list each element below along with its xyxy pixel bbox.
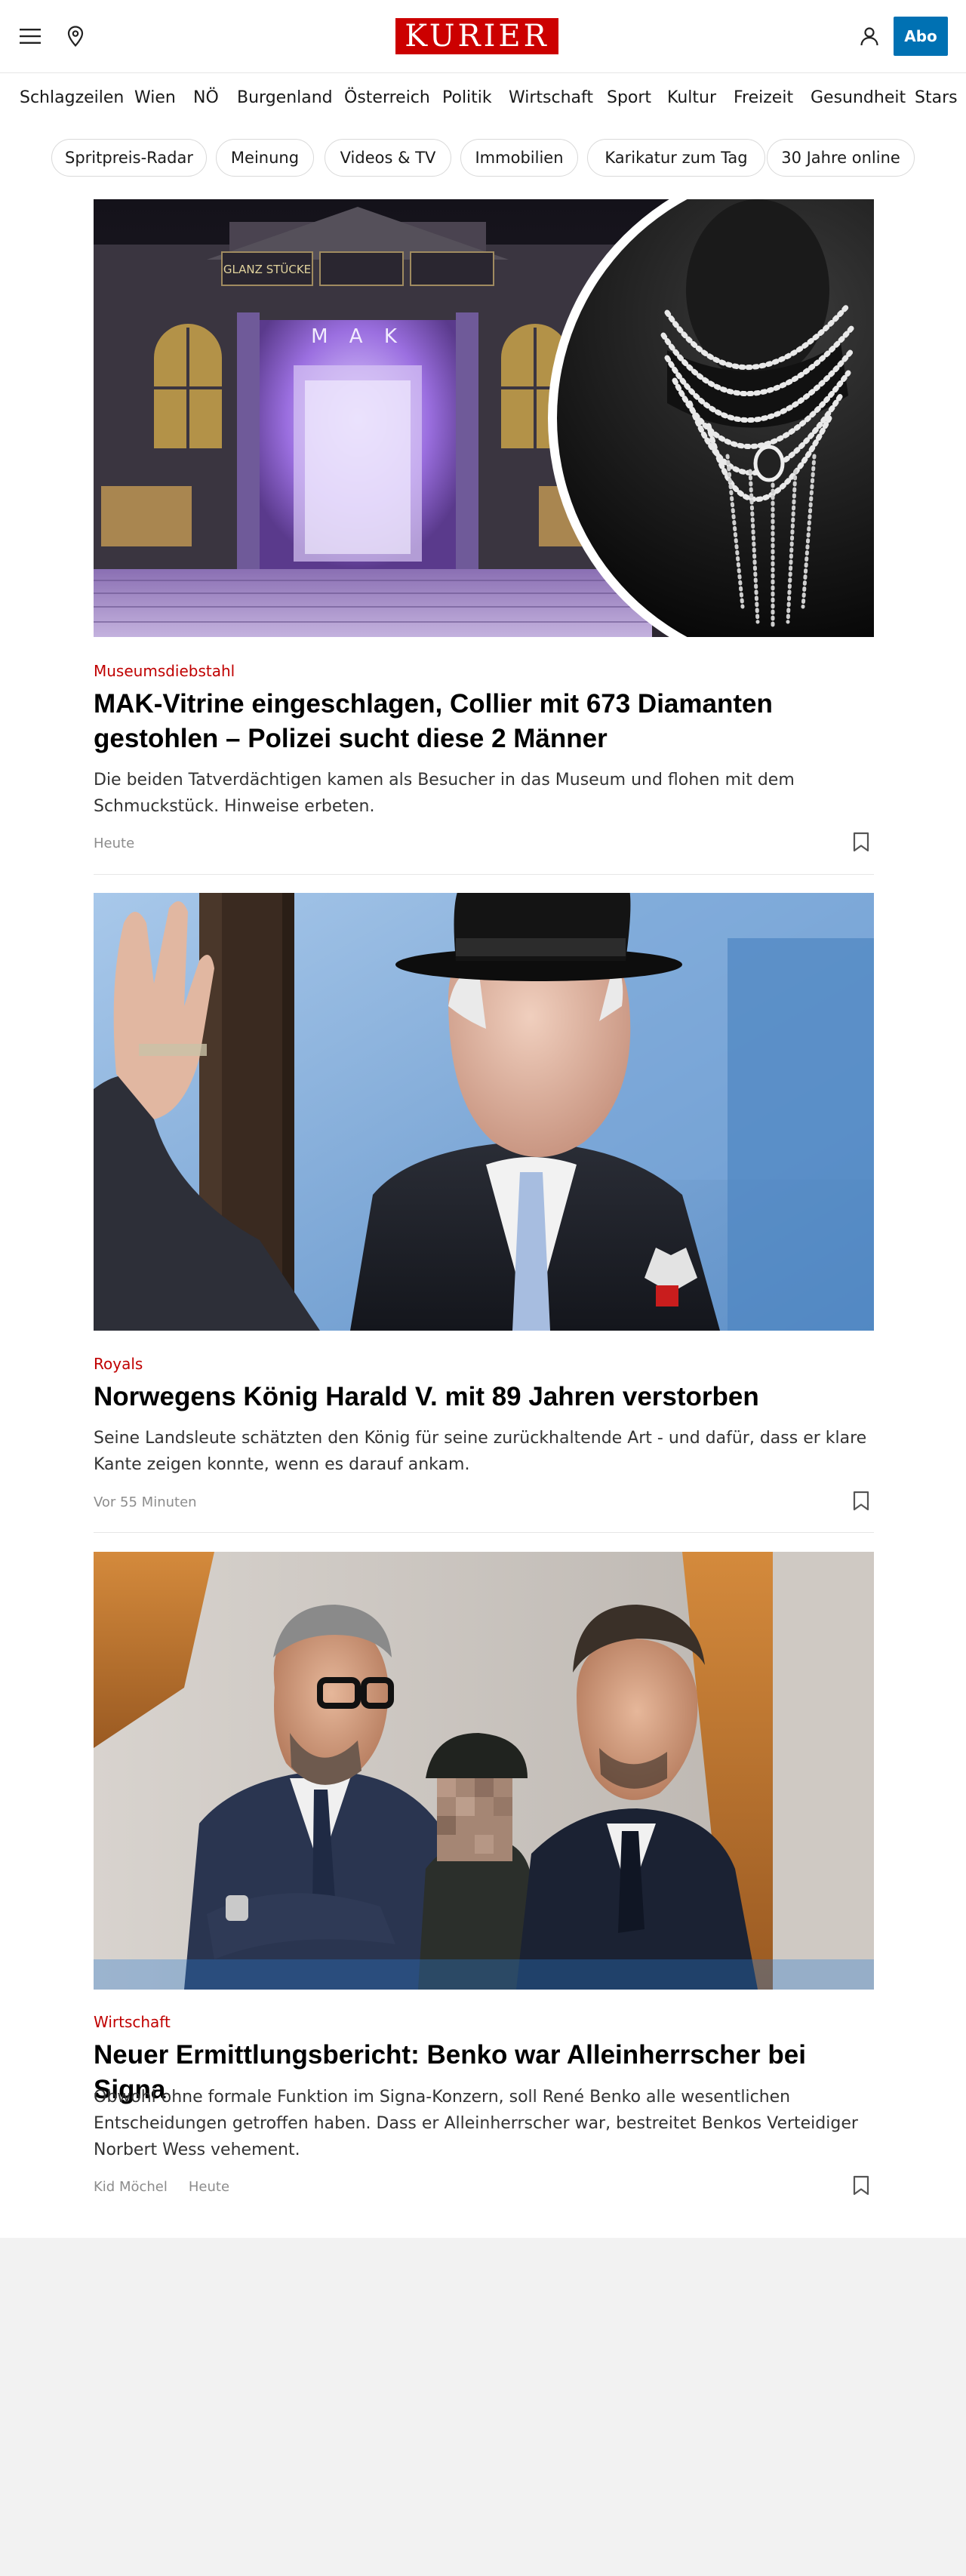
nav-item-burgenland[interactable]: Burgenland [237,73,333,122]
nav-item-schlagzeilen[interactable]: Schlagzeilen [20,73,124,122]
article-meta: Vor 55 Minuten [94,1492,218,1513]
article-time: Vor 55 Minuten [94,1494,197,1510]
hamburger-menu-icon[interactable] [15,21,45,51]
nav-item-noe[interactable]: NÖ [193,73,219,122]
article-divider [94,1532,874,1533]
nav-item-wirtschaft[interactable]: Wirtschaft [509,73,593,122]
user-icon[interactable] [854,21,884,51]
nav-item-gesundheit[interactable]: Gesundheit [811,73,906,122]
article-image-benko-trial[interactable] [94,1552,874,1990]
article-headline[interactable]: Norwegens König Harald V. mit 89 Jahren … [94,1380,874,1414]
main-navigation: Schlagzeilen Wien NÖ Burgenland Österrei… [0,72,966,122]
article-image-king-harald[interactable] [94,893,874,1331]
nav-item-politik[interactable]: Politik [442,73,492,122]
article-teaser[interactable]: Die beiden Tatverdächtigen kamen als Bes… [94,767,874,820]
article-teaser[interactable]: Seine Landsleute schätzten den König für… [94,1425,874,1478]
image-banner-text: GLANZ STÜCKE [223,262,311,276]
article-time: Heute [188,2179,230,2195]
article-kicker[interactable]: Wirtschaft [94,2011,171,2033]
article-headline[interactable]: MAK-Vitrine eingeschlagen, Collier mit 6… [94,687,874,756]
chip-videos-tv[interactable]: Videos & TV [325,139,451,177]
nav-item-oesterreich[interactable]: Österreich [344,73,430,122]
page: KURIER Abo Schlagzeilen Wien NÖ Burgenla… [0,0,966,2576]
nav-item-stars[interactable]: Stars [915,73,958,122]
kurier-logo[interactable]: KURIER [395,18,558,54]
article-divider [94,874,874,875]
chip-spritpreis-radar[interactable]: Spritpreis-Radar [51,139,207,177]
image-facade-text: M A K [311,325,405,348]
article-author[interactable]: Kid Möchel [94,2179,168,2195]
location-pin-icon[interactable] [60,21,91,51]
nav-item-sport[interactable]: Sport [607,73,651,122]
nav-item-kultur[interactable]: Kultur [667,73,716,122]
chip-30-jahre-online[interactable]: 30 Jahre online [767,139,915,177]
abo-button[interactable]: Abo [894,17,948,56]
article-meta: Kid Möchel Heute [94,2177,251,2198]
top-bar: KURIER Abo [0,0,966,72]
article-kicker[interactable]: Royals [94,1353,143,1375]
nav-item-freizeit[interactable]: Freizeit [734,73,793,122]
bookmark-icon[interactable] [853,1491,871,1515]
article-teaser[interactable]: Obwohl ohne formale Funktion im Signa-Ko… [94,2084,874,2163]
article-image-museum-necklace[interactable]: GLANZ STÜCKE M A K [94,199,874,637]
nav-item-wien[interactable]: Wien [134,73,176,122]
article-time: Heute [94,836,135,851]
bookmark-icon[interactable] [853,2175,871,2199]
chip-karikatur-zum-tag[interactable]: Karikatur zum Tag [587,139,765,177]
article-kicker[interactable]: Museumsdiebstahl [94,660,235,682]
article-meta: Heute [94,833,155,854]
chip-immobilien[interactable]: Immobilien [460,139,578,177]
chip-meinung[interactable]: Meinung [216,139,314,177]
bookmark-icon[interactable] [853,832,871,856]
